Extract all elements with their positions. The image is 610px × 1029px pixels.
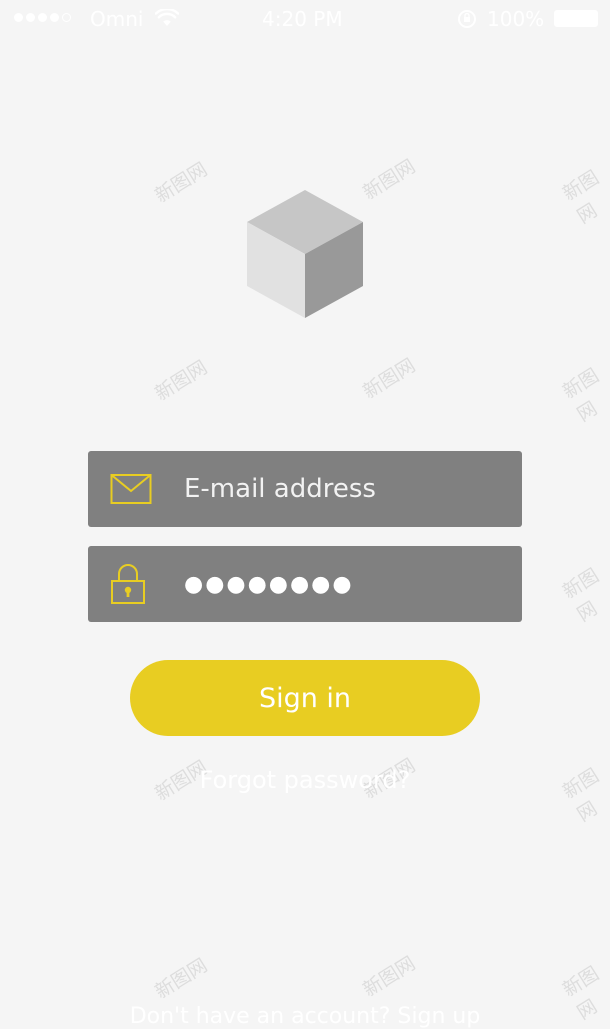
padlock-icon [111, 564, 145, 604]
watermark: 新图网 [559, 564, 603, 627]
watermark: 新图网 [559, 166, 603, 229]
email-field-container[interactable] [88, 451, 522, 527]
password-input[interactable] [184, 546, 504, 622]
sign-up-link[interactable]: Don't have an account? Sign up [0, 1004, 610, 1029]
watermark: 新图网 [151, 356, 212, 406]
envelope-icon [110, 474, 152, 504]
rotation-lock-icon [458, 10, 476, 28]
forgot-password-link[interactable]: Forgot password? [0, 766, 610, 794]
battery-percentage: 100% [487, 7, 545, 31]
watermark: 新图网 [359, 952, 420, 1002]
watermark: 新图网 [151, 158, 212, 208]
email-input[interactable] [184, 451, 504, 527]
watermark: 新图网 [151, 954, 212, 1004]
watermark: 新图网 [559, 364, 603, 427]
signal-dots-icon [14, 13, 71, 22]
password-field-container[interactable] [88, 546, 522, 622]
status-bar: Omni 4:20 PM 100% [0, 0, 610, 38]
cube-icon [247, 190, 363, 318]
watermark: 新图网 [359, 155, 420, 205]
status-time: 4:20 PM [262, 7, 343, 31]
watermark: 新图网 [359, 354, 420, 404]
battery-icon [554, 10, 598, 27]
wifi-icon [155, 9, 179, 26]
carrier-name: Omni [90, 7, 144, 31]
sign-in-button[interactable]: Sign in [130, 660, 480, 736]
